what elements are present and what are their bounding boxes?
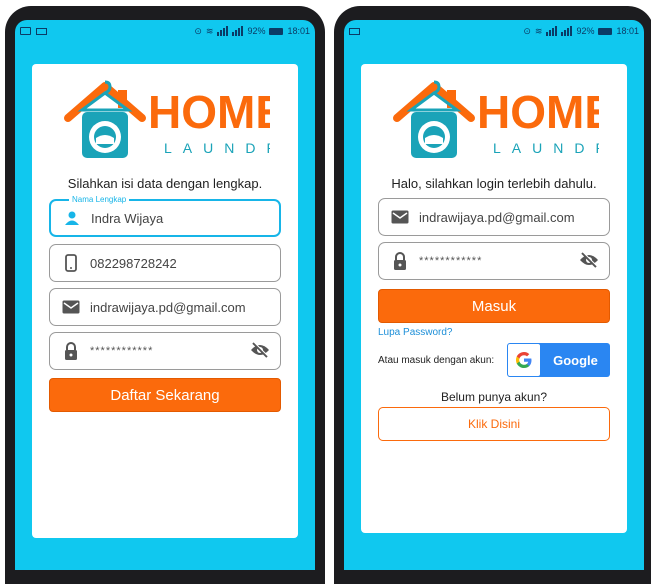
phone-frame-login: ⊙ ≋ 92% 18:01 HOME LAUNDRY Halo <box>334 6 651 584</box>
register-prompt: Silahkan isi data dengan lengkap. <box>67 176 263 191</box>
clock: 18:01 <box>287 26 310 36</box>
battery-percent: 92% <box>576 26 595 36</box>
clock: 18:01 <box>616 26 639 36</box>
home-laundry-logo: HOME LAUNDRY <box>64 80 270 158</box>
location-icon: ⊙ <box>194 25 202 36</box>
status-bar: ⊙ ≋ 92% 18:01 <box>344 20 644 42</box>
login-prompt: Halo, silahkan login terlebih dahulu. <box>391 176 597 191</box>
full-name-input[interactable]: Indra Wijaya <box>91 211 269 226</box>
signup-button[interactable]: Klik Disini <box>378 407 610 441</box>
password-field[interactable]: ************ <box>49 332 281 370</box>
password-input[interactable]: ************ <box>90 345 250 357</box>
email-input[interactable]: indrawijaya.pd@gmail.com <box>90 300 270 315</box>
register-submit-button[interactable]: Daftar Sekarang <box>49 378 281 412</box>
password-field[interactable]: ************ <box>378 242 610 280</box>
location-icon: ⊙ <box>523 25 531 36</box>
logo-word: HOME <box>148 86 270 138</box>
email-input[interactable]: indrawijaya.pd@gmail.com <box>419 210 599 225</box>
forgot-password-link[interactable]: Lupa Password? <box>378 327 453 338</box>
alt-login-label: Atau masuk dengan akun: <box>378 354 495 366</box>
screen-login: ⊙ ≋ 92% 18:01 HOME LAUNDRY Halo <box>344 20 644 570</box>
signal-icon <box>232 26 244 36</box>
wifi-icon: ≋ <box>534 25 543 36</box>
battery-percent: 92% <box>247 26 266 36</box>
mail-icon <box>60 296 82 318</box>
phone-field[interactable]: 082298728242 <box>49 244 281 282</box>
register-card: HOME LAUNDRY Silahkan isi data dengan le… <box>32 64 298 538</box>
mail-icon <box>389 206 411 228</box>
full-name-field[interactable]: Nama Lengkap Indra Wijaya <box>49 194 281 237</box>
google-label: Google <box>553 352 598 368</box>
signal-icon <box>561 26 573 36</box>
google-icon <box>507 343 541 377</box>
login-submit-button[interactable]: Masuk <box>378 289 610 323</box>
image-icon <box>20 27 31 35</box>
person-icon <box>61 207 83 229</box>
phone-frame-register: ⊙ ≋ 92% 18:01 HOME LAUNDRY Sila <box>5 6 325 584</box>
status-bar: ⊙ ≋ 92% 18:01 <box>15 20 315 42</box>
visibility-off-icon[interactable] <box>579 250 599 271</box>
battery-icon <box>598 27 613 35</box>
home-laundry-logo: HOME LAUNDRY <box>393 80 599 158</box>
phone-icon <box>60 252 82 274</box>
logo-sub: LAUNDRY <box>164 140 270 156</box>
wifi-icon: ≋ <box>205 25 214 36</box>
logo-word: HOME <box>477 86 599 138</box>
google-login-button[interactable]: Google <box>507 343 610 377</box>
full-name-label: Nama Lengkap <box>69 194 130 206</box>
email-field[interactable]: indrawijaya.pd@gmail.com <box>49 288 281 326</box>
signal-icon <box>546 26 558 36</box>
alt-login-row: Atau masuk dengan akun: Google <box>378 343 610 377</box>
battery-icon <box>269 27 284 35</box>
login-card: HOME LAUNDRY Halo, silahkan login terleb… <box>361 64 627 533</box>
signal-icon <box>217 26 229 36</box>
email-field[interactable]: indrawijaya.pd@gmail.com <box>378 198 610 236</box>
screen-cast-icon <box>36 27 47 35</box>
logo-sub: LAUNDRY <box>493 140 599 156</box>
visibility-off-icon[interactable] <box>250 340 270 361</box>
screen-cast-icon <box>349 27 360 35</box>
no-account-text: Belum punya akun? <box>440 390 548 404</box>
screen-register: ⊙ ≋ 92% 18:01 HOME LAUNDRY Sila <box>15 20 315 570</box>
lock-icon <box>60 340 82 362</box>
phone-input[interactable]: 082298728242 <box>90 256 270 271</box>
lock-icon <box>389 250 411 272</box>
password-input[interactable]: ************ <box>419 255 579 267</box>
